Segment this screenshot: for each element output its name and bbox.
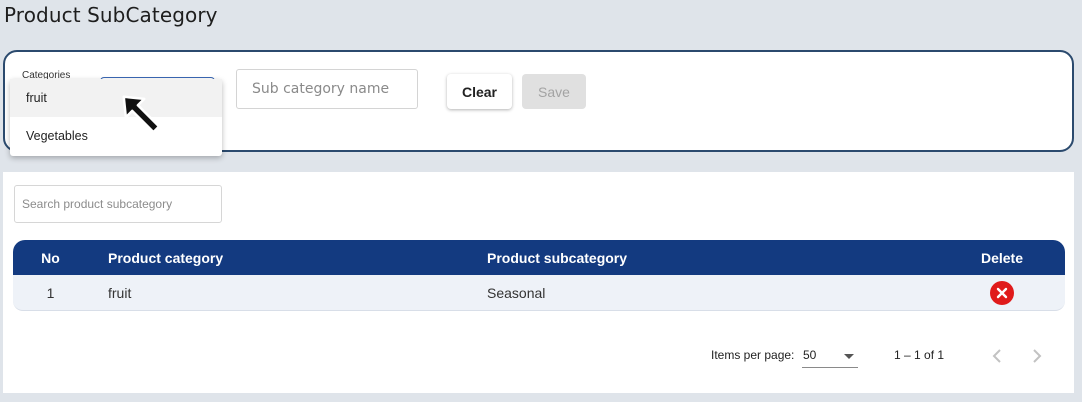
table-row: 1 fruit Seasonal — [13, 275, 1065, 311]
page-range-label: 1 – 1 of 1 — [894, 348, 945, 362]
save-button[interactable]: Save — [522, 74, 586, 109]
items-per-page-select[interactable]: 50 — [802, 344, 858, 368]
search-subcategory-input[interactable] — [14, 185, 222, 223]
column-header-subcategory: Product subcategory — [487, 249, 628, 266]
column-header-delete: Delete — [980, 249, 1024, 266]
page-title: Product SubCategory — [4, 3, 218, 27]
cell-subcategory: Seasonal — [487, 284, 546, 301]
subcategory-name-input[interactable] — [236, 69, 418, 109]
cell-category: fruit — [108, 284, 132, 301]
delete-button[interactable] — [990, 280, 1014, 305]
column-header-no: No — [41, 249, 60, 266]
cell-no: 1 — [46, 284, 55, 301]
items-per-page-label: Items per page: — [711, 348, 795, 362]
caret-down-icon — [844, 354, 854, 359]
items-per-page-value: 50 — [803, 348, 817, 362]
previous-page-icon[interactable] — [987, 346, 1007, 366]
page: Product SubCategory Categories Clear Sav… — [0, 0, 1082, 402]
clear-button[interactable]: Clear — [447, 74, 512, 109]
subcategory-table: No Product category Product subcategory … — [13, 240, 1065, 311]
paginator: Items per page: 50 1 – 1 of 1 — [3, 344, 1074, 368]
cell-delete — [953, 280, 1051, 305]
pointer-arrow-icon — [122, 95, 161, 134]
column-header-category: Product category — [108, 249, 224, 266]
subcategory-table-card: No Product category Product subcategory … — [3, 172, 1074, 393]
table-header-row: No Product category Product subcategory … — [13, 240, 1065, 275]
close-icon — [996, 287, 1008, 298]
next-page-icon[interactable] — [1027, 346, 1047, 366]
